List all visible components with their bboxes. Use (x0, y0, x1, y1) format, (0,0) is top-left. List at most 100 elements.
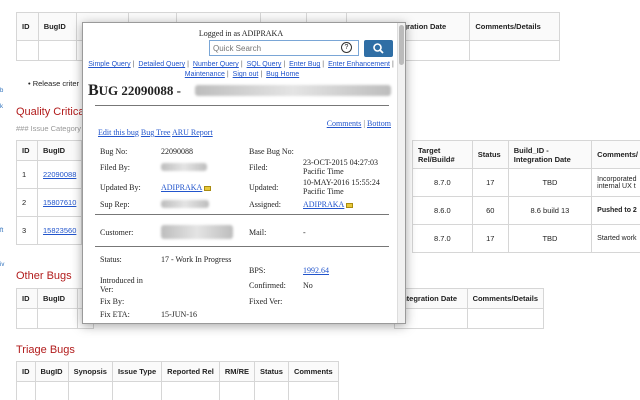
redacted-filed-by (161, 163, 207, 171)
col-header: Issue Type (111, 361, 163, 382)
updated-date: 10-MAY-2016 15:55:24 (303, 178, 380, 187)
row-id: 3 (16, 216, 38, 245)
quality-table-right: Target Rel/Build# Status Build_ID - Inte… (412, 140, 640, 253)
redacted-synopsis (195, 85, 391, 96)
quality-table-left: ID BugID 1 22090088 2 15807610 3 15823560 (16, 140, 83, 245)
col-header: Comments/Details (469, 12, 560, 41)
status-label: Status: (100, 255, 122, 264)
updated-by-label: Updated By: (100, 183, 141, 192)
nav-simple-query[interactable]: Simple Query (88, 61, 130, 68)
triage-table: ID BugID Synopsis Issue Type Reported Re… (16, 361, 339, 400)
status-cell: 60 (471, 196, 509, 225)
nav-number-query[interactable]: Number Query (193, 61, 239, 68)
nav-sign-out[interactable]: Sign out (233, 71, 259, 78)
col-header: ID (16, 361, 36, 382)
row-id: 2 (16, 188, 38, 217)
nav-maintenance[interactable]: Maintenance (185, 71, 225, 78)
help-icon[interactable]: ? (341, 42, 352, 53)
fix-eta-value: 15-JUN-16 (161, 310, 197, 319)
section-title-quality: Quality Critica (16, 106, 85, 118)
mail-icon[interactable] (346, 202, 354, 208)
col-header: BugID (34, 361, 69, 382)
build-cell: 8.6 build 13 (507, 196, 593, 225)
col-header: Reported Rel (161, 361, 220, 382)
aru-report-link[interactable]: ARU Report (172, 128, 213, 137)
col-header: ID (16, 140, 38, 161)
popup-scrollbar[interactable] (397, 23, 405, 323)
mail-label: Mail: (249, 228, 267, 237)
col-header: BugID (37, 288, 78, 309)
bps-label: BPS: (249, 266, 266, 275)
popup-nav: Simple Query | Detailed Query | Number Que… (88, 61, 394, 78)
fix-eta-label: Fix ETA: (100, 310, 130, 319)
redacted-customer (161, 225, 233, 239)
nav-sql-query[interactable]: SQL Query (247, 61, 282, 68)
col-header: Comments/ (591, 140, 640, 169)
filed-tz: Pacific Time (303, 167, 344, 176)
divider (95, 246, 389, 247)
mail-value: - (303, 228, 306, 237)
status-value: 17 - Work In Progress (161, 255, 232, 264)
nav-enter-bug[interactable]: Enter Bug (289, 61, 320, 68)
col-header: RM/RE (218, 361, 256, 382)
col-header: Build_ID - Integration Date (507, 140, 593, 169)
bottom-link[interactable]: Bottom (367, 119, 391, 128)
sup-rep-label: Sup Rep: (100, 200, 130, 209)
divider (95, 214, 389, 215)
assigned-value: ADIPRAKA (303, 200, 354, 209)
mail-icon[interactable] (204, 185, 212, 191)
search-icon (373, 43, 384, 54)
bug-no-label: Bug No: (100, 147, 128, 156)
target-rel: 8.6.0 (412, 196, 473, 225)
status-cell: 17 (471, 224, 509, 253)
bug-link[interactable]: 15807610 (43, 198, 76, 207)
scrollbar-thumb[interactable] (399, 25, 404, 65)
col-header: BugID (37, 12, 78, 41)
bug-no-value: 22090088 (161, 147, 193, 156)
bug-link[interactable]: 15823560 (43, 226, 76, 235)
search-button[interactable] (364, 40, 393, 57)
quick-search-box: ? (209, 40, 359, 56)
nav-detailed-query[interactable]: Detailed Query (138, 61, 185, 68)
build-cell: TBD (507, 224, 593, 253)
bug-link[interactable]: 22090088 (43, 170, 76, 179)
nav-enter-enhancement[interactable]: Enter Enhancement (328, 61, 390, 68)
updated-by-value: ADIPRAKA (161, 183, 212, 192)
redacted-sup-rep (161, 200, 209, 208)
filed-label: Filed: (249, 163, 268, 172)
col-header: BugID (36, 140, 83, 161)
nav-bug-home[interactable]: Bug Home (266, 71, 299, 78)
introduced-label: Introduced in (100, 276, 143, 285)
target-rel: 8.7.0 (412, 168, 473, 197)
divider (95, 105, 389, 106)
left-edge-text: iv (0, 262, 5, 268)
left-edge-text: k (0, 104, 3, 110)
comment-cell: Started work (591, 224, 640, 253)
base-bug-label: Base Bug No: (249, 147, 294, 156)
bug-details-popup: Logged in as ADIPRAKA ? Simple Query| De… (82, 22, 406, 324)
assigned-label: Assigned: (249, 200, 281, 209)
col-header: Comments/Details (466, 288, 545, 309)
edit-bug-link[interactable]: Edit this bug (98, 128, 139, 137)
updated-label: Updated: (249, 183, 279, 192)
quick-search-input[interactable] (210, 41, 340, 55)
bug-tree-link[interactable]: Bug Tree (141, 128, 171, 137)
comments-link[interactable]: Comments (327, 119, 362, 128)
left-edge-text: b (0, 88, 4, 94)
left-edge-text: ft (0, 228, 4, 234)
comment-cell: internal UX t (597, 182, 636, 190)
col-header: Status (254, 361, 289, 382)
other-table-right: Integration Date Comments/Details (394, 288, 545, 329)
row-id: 1 (16, 160, 38, 189)
page-links: Comments | Bottom (326, 119, 391, 128)
col-header: Synopsis (67, 361, 113, 382)
col-header: ID (16, 288, 38, 309)
section-title-other: Other Bugs (16, 270, 72, 282)
bug-title: BUG 22090088 - (88, 82, 182, 99)
target-rel: 8.7.0 (412, 224, 473, 253)
updated-tz: Pacific Time (303, 187, 344, 196)
release-criteria-item: • Release criter (28, 79, 79, 88)
bps-link[interactable]: 1992.64 (303, 266, 329, 275)
bug-actions: Edit this bug Bug Tree ARU Report (98, 128, 213, 137)
introduced-label-2: Ver: (100, 285, 114, 294)
